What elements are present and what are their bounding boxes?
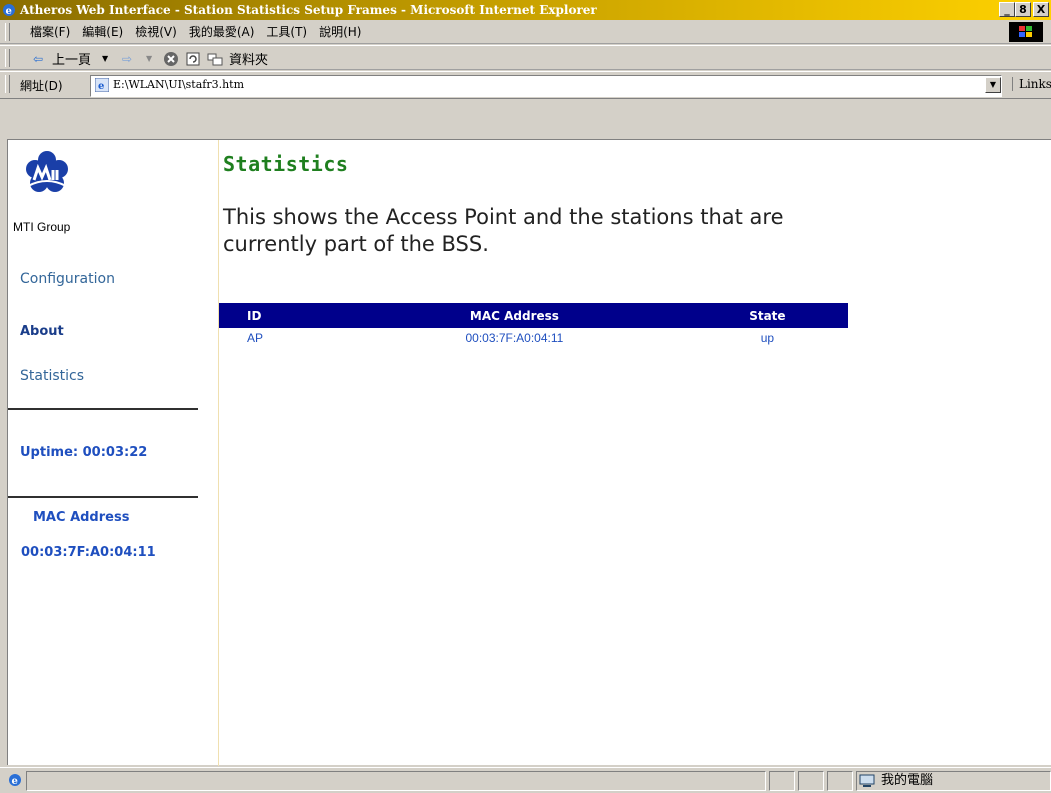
- back-arrow-icon[interactable]: ⇦: [30, 51, 46, 67]
- page-icon: e: [95, 78, 109, 92]
- folders-icon[interactable]: [207, 51, 223, 67]
- cell-state: up: [760, 331, 775, 345]
- windows-logo-icon: [1009, 22, 1043, 42]
- forward-dropdown-icon[interactable]: ▼: [141, 51, 157, 67]
- window-title: Atheros Web Interface - Station Statisti…: [20, 3, 597, 17]
- page-title: Statistics: [223, 152, 349, 176]
- close-button[interactable]: X: [1033, 2, 1049, 17]
- main-frame: Statistics This shows the Access Point a…: [219, 140, 1051, 766]
- menu-bar: 檔案(F) 編輯(E) 檢視(V) 我的最愛(A) 工具(T) 說明(H): [0, 20, 1051, 44]
- svg-text:e: e: [12, 776, 18, 787]
- nav-about[interactable]: About: [20, 324, 64, 339]
- nav-statistics[interactable]: Statistics: [20, 368, 84, 384]
- svg-text:e: e: [98, 81, 104, 92]
- table-row: AP 00:03:7F:A0:04:11 up: [219, 328, 848, 348]
- ie-icon: e: [3, 4, 15, 17]
- back-button[interactable]: 上一頁: [52, 49, 91, 68]
- cell-mac: 00:03:7F:A0:04:11: [465, 331, 564, 345]
- address-bar: 網址(D) e E:\WLAN\UI\stafr3.htm ▼ Links: [0, 71, 1051, 99]
- mac-value: 00:03:7F:A0:04:11: [21, 545, 156, 560]
- minimize-button[interactable]: _: [999, 2, 1015, 17]
- status-bar: e 我的電腦: [0, 767, 1051, 793]
- page-description: This shows the Access Point and the stat…: [223, 205, 784, 256]
- svg-text:e: e: [6, 6, 12, 17]
- window-title-bar[interactable]: e Atheros Web Interface - Station Statis…: [0, 0, 1051, 20]
- sidebar-divider: [8, 408, 198, 410]
- column-header-mac: MAC Address: [342, 303, 687, 328]
- standard-toolbar: ⇦ 上一頁 ▼ ⇨ ▼ 資料夾: [0, 45, 1051, 70]
- menu-tools[interactable]: 工具(T): [266, 20, 307, 44]
- stop-icon[interactable]: [163, 51, 179, 67]
- security-zone-pane[interactable]: 我的電腦: [856, 771, 1051, 791]
- security-zone-label: 我的電腦: [881, 773, 934, 788]
- sidebar-divider: [8, 496, 198, 498]
- mti-logo: [24, 150, 70, 196]
- toolbar-grip[interactable]: [5, 49, 10, 67]
- address-value: E:\WLAN\UI\stafr3.htm: [113, 78, 245, 91]
- mac-heading: MAC Address: [33, 510, 130, 525]
- menu-view[interactable]: 檢視(V): [135, 20, 177, 44]
- back-dropdown-icon[interactable]: ▼: [97, 51, 113, 67]
- nav-configuration[interactable]: Configuration: [20, 271, 115, 287]
- status-pane: [827, 771, 853, 791]
- menu-favorites[interactable]: 我的最愛(A): [189, 20, 255, 44]
- maximize-button[interactable]: 8: [1015, 2, 1031, 17]
- table-header-row: ID MAC Address State: [219, 303, 848, 328]
- menu-file[interactable]: 檔案(F): [30, 20, 70, 44]
- status-message-pane: [26, 771, 766, 791]
- uptime-text: Uptime: 00:03:22: [20, 445, 148, 460]
- forward-arrow-icon[interactable]: ⇨: [119, 51, 135, 67]
- toolbar-grip[interactable]: [5, 23, 10, 41]
- folders-button[interactable]: 資料夾: [229, 49, 268, 68]
- column-header-id: ID: [219, 303, 343, 328]
- address-label: 網址(D): [20, 79, 63, 93]
- page-status-icon: e: [9, 774, 21, 787]
- toolbar-grip[interactable]: [5, 75, 10, 93]
- column-header-state: State: [686, 303, 848, 328]
- sidebar-frame: MTI Group Configuration About Statistics…: [8, 140, 219, 766]
- computer-icon: [859, 774, 875, 787]
- address-dropdown-button[interactable]: ▼: [985, 77, 1001, 93]
- page-content: MTI Group Configuration About Statistics…: [7, 139, 1051, 766]
- refresh-icon[interactable]: [185, 51, 201, 67]
- status-pane: [769, 771, 795, 791]
- menu-help[interactable]: 說明(H): [319, 20, 361, 44]
- links-button[interactable]: Links: [1012, 77, 1051, 91]
- status-pane: [798, 771, 824, 791]
- cell-id: AP: [247, 331, 264, 345]
- address-input[interactable]: e E:\WLAN\UI\stafr3.htm ▼: [90, 75, 1002, 97]
- logo-caption: MTI Group: [13, 220, 71, 234]
- stations-table: ID MAC Address State AP 00:03:7F:A0:04:1…: [219, 303, 848, 348]
- menu-edit[interactable]: 編輯(E): [82, 20, 123, 44]
